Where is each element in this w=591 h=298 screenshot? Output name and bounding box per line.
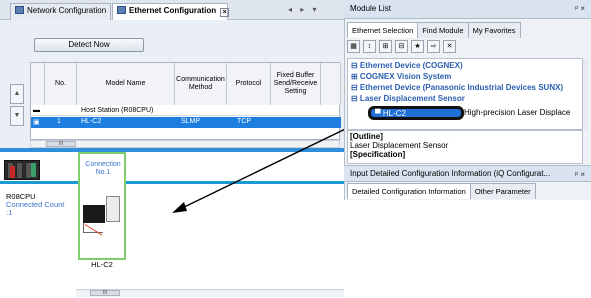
tree-item[interactable]: ⊟ Ethernet Device (COGNEX)	[348, 61, 584, 71]
panel-title-text: Module List	[350, 4, 391, 13]
input-detail-tabs: Detailed Configuration Information Other …	[347, 183, 536, 199]
tree-item[interactable]: ⊞ COGNEX Vision System	[348, 72, 584, 82]
tab-my-favorites[interactable]: My Favorites	[467, 22, 521, 38]
module-list-title: Module List ᵖ ×	[344, 0, 591, 19]
delete-icon[interactable]: ✕	[443, 40, 456, 53]
tree-item-description: High-precision Laser Displace	[464, 108, 571, 117]
tree-item-hl-c2[interactable]: ▀ HL-C2	[368, 106, 464, 120]
move-icon[interactable]: ⇨	[427, 40, 440, 53]
tree-item[interactable]: ⊟ Ethernet Device (Panasonic Industrial …	[348, 83, 584, 93]
input-detail-body	[344, 200, 591, 298]
spec-heading: [Specification]	[350, 150, 406, 159]
pin-close-icon[interactable]: ᵖ ×	[575, 170, 585, 179]
collapse-icon[interactable]: ⊟	[395, 40, 408, 53]
input-detail-title: Input Detailed Configuration Information…	[344, 165, 591, 182]
pin-close-icon[interactable]: ᵖ ×	[575, 4, 585, 13]
module-outline: [Outline] Laser Displacement Sensor [Spe…	[347, 130, 583, 164]
module-list-tabs: Ethernet Selection Find Module My Favorite…	[347, 22, 521, 38]
tab-ethernet-selection[interactable]: Ethernet Selection	[347, 22, 419, 38]
favorite-star-icon[interactable]: ★	[411, 40, 424, 53]
tree-item-label: HL-C2	[382, 109, 407, 118]
panel-title-text: Input Detailed Configuration Information…	[350, 169, 551, 178]
tab-other-parameter[interactable]: Other Parameter	[469, 183, 536, 199]
tree-vertical-scrollbar[interactable]	[583, 58, 588, 130]
tree-item[interactable]: ⊟ Laser Displacement Sensor	[348, 94, 584, 104]
tab-detailed-config[interactable]: Detailed Configuration Information	[347, 183, 471, 199]
tab-find-module[interactable]: Find Module	[417, 22, 469, 38]
expand-icon[interactable]: ⊞	[379, 40, 392, 53]
sort-icon[interactable]: ↕	[363, 40, 376, 53]
module-list-toolbar: ▦ ↕ ⊞ ⊟ ★ ⇨ ✕	[347, 40, 587, 56]
outline-heading: [Outline]	[350, 132, 383, 141]
outline-text: Laser Displacement Sensor	[350, 141, 449, 150]
module-icon: ▀	[375, 109, 383, 118]
category-icon[interactable]: ▦	[347, 40, 360, 53]
